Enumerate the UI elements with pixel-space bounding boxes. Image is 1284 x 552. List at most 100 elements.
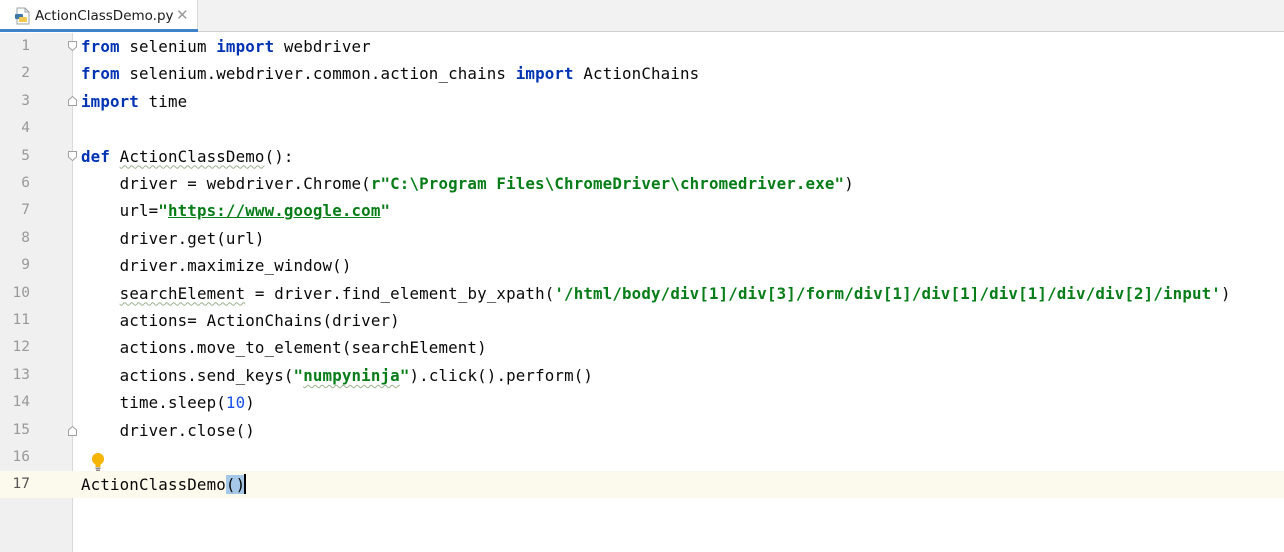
code-line[interactable]: 15 driver.close() [0, 417, 1284, 444]
line-number: 2 [21, 65, 30, 82]
line-number: 7 [21, 202, 30, 219]
code-token: time [138, 91, 188, 111]
code-token: " [293, 365, 304, 385]
code-token: (): [264, 146, 294, 166]
code-token: searchElement [119, 283, 246, 303]
line-number: 14 [12, 394, 30, 411]
code-token: ) [1220, 283, 1231, 303]
code-text[interactable]: driver.maximize_window() [81, 252, 352, 279]
code-token: actions.move_to_element(searchElement) [81, 338, 487, 358]
code-text[interactable]: url="https://www.google.com" [81, 197, 390, 224]
line-number: 13 [12, 366, 30, 383]
code-token: actions= ActionChains(driver) [81, 311, 400, 330]
code-token: driver.get(url) [81, 228, 265, 248]
code-line[interactable]: 3 import time [0, 88, 1284, 115]
code-line[interactable]: 9 driver.maximize_window() [0, 252, 1284, 279]
code-token: selenium.webdriver.common.action_chains [119, 64, 516, 84]
code-token: url= [81, 201, 159, 221]
code-line[interactable]: 7 url="https://www.google.com" [0, 197, 1284, 224]
code-token: ActionClassDemo [81, 475, 226, 495]
code-text[interactable]: actions= ActionChains(driver) [81, 307, 400, 334]
line-number: 8 [21, 229, 30, 246]
code-text[interactable]: actions.send_keys("numpyninja").click().… [81, 362, 593, 389]
line-number: 10 [12, 284, 30, 301]
code-token: import [216, 37, 275, 56]
code-text[interactable]: driver.get(url) [81, 225, 265, 252]
code-text[interactable]: time.sleep(10) [81, 389, 255, 416]
code-line[interactable]: 1 from selenium import webdriver [0, 33, 1284, 60]
code-token: selenium [119, 37, 217, 56]
code-text[interactable]: from selenium import webdriver [81, 33, 371, 60]
line-number: 12 [12, 339, 30, 356]
code-text[interactable]: ActionClassDemo() [81, 471, 247, 498]
code-line[interactable]: 14 time.sleep(10) [0, 389, 1284, 416]
code-token: driver.close() [81, 420, 255, 440]
fold-marker-icon[interactable] [68, 151, 77, 161]
code-line[interactable]: 4 [0, 115, 1284, 142]
editor-tab-actionclassdemo[interactable]: ActionClassDemo.py ✕ [0, 0, 198, 32]
lightbulb-icon[interactable] [90, 452, 106, 472]
code-token: " [399, 365, 410, 385]
code-line[interactable]: 8 driver.get(url) [0, 225, 1284, 252]
fold-marker-icon[interactable] [68, 41, 77, 51]
code-token: ) [245, 393, 255, 413]
code-text[interactable]: from selenium.webdriver.common.action_ch… [81, 60, 699, 87]
code-text[interactable]: driver = webdriver.Chrome(r"C:\Program F… [81, 170, 854, 197]
code-line[interactable]: 6 driver = webdriver.Chrome(r"C:\Program… [0, 170, 1284, 197]
code-line[interactable]: 2 from selenium.webdriver.common.action_c… [0, 60, 1284, 87]
line-number: 16 [12, 449, 30, 465]
code-line[interactable]: 17 ActionClassDemo() [0, 471, 1284, 499]
code-text[interactable]: searchElement = driver.find_element_by_x… [81, 280, 1231, 307]
editor-tab-bar: ActionClassDemo.py ✕ [0, 0, 1284, 32]
code-token: '/html/body/div[1]/div[3]/form/div[1]/di… [554, 283, 1221, 303]
code-token: = driver.find_element_by_xpath( [245, 283, 555, 303]
code-text[interactable]: driver.close() [81, 417, 255, 444]
code-line[interactable]: 12 actions.move_to_element(searchElement… [0, 334, 1284, 361]
code-line[interactable]: 13 actions.send_keys("numpyninja").click… [0, 362, 1284, 389]
line-number: 6 [21, 175, 30, 191]
line-number: 9 [21, 257, 30, 274]
code-token: " [158, 201, 168, 221]
code-token: ActionChains [573, 64, 700, 84]
code-text[interactable]: import time [81, 88, 187, 115]
code-line[interactable]: 10 searchElement = driver.find_element_b… [0, 280, 1284, 307]
code-text[interactable]: actions.move_to_element(searchElement) [81, 334, 487, 361]
line-number: 17 [12, 476, 30, 493]
code-token: numpyninja [303, 365, 400, 385]
line-number: 11 [12, 312, 30, 328]
code-text[interactable]: def ActionClassDemo(): [81, 143, 294, 170]
code-line[interactable]: 16 [0, 444, 1284, 471]
code-line[interactable]: 11 actions= ActionChains(driver) [0, 307, 1284, 334]
line-number: 4 [21, 120, 30, 137]
tab-filename: ActionClassDemo.py [35, 8, 174, 24]
code-token: ).click().perform() [409, 365, 594, 385]
code-token: import [515, 64, 574, 84]
code-token: " [380, 201, 391, 221]
code-token: 10 [225, 393, 246, 413]
code-line[interactable]: 5 def ActionClassDemo(): [0, 143, 1284, 170]
code-token: from [81, 64, 120, 84]
code-token: driver = webdriver.Chrome( [81, 174, 371, 193]
code-token: ActionClassDemo [119, 146, 265, 166]
code-token: https://www.google.com [167, 201, 381, 221]
code-token: r"C:\Program Files\ChromeDriver\chromedr… [370, 174, 845, 193]
fold-end-marker-icon[interactable] [68, 96, 77, 106]
code-token: import [81, 91, 139, 111]
code-token: webdriver [274, 37, 371, 56]
fold-end-marker-icon[interactable] [68, 426, 77, 436]
code-token: time.sleep( [81, 393, 226, 413]
code-token: actions.send_keys( [81, 365, 294, 385]
close-tab-icon[interactable]: ✕ [176, 6, 189, 24]
python-file-icon [15, 7, 30, 25]
line-number: 1 [21, 38, 30, 54]
line-number: 15 [12, 421, 30, 438]
text-caret [244, 474, 247, 495]
code-token: () [225, 475, 246, 495]
code-token: ) [844, 174, 854, 193]
line-number: 5 [21, 147, 30, 164]
code-token: from [81, 37, 120, 56]
line-number: 3 [21, 92, 30, 109]
active-tab-indicator [0, 29, 198, 32]
